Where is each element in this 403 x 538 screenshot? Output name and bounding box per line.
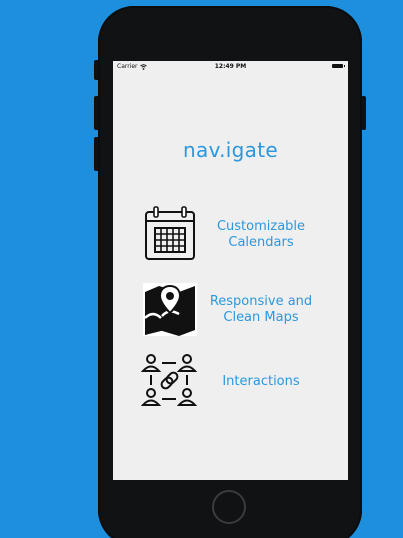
feature-label-line2: Clean Maps (223, 310, 299, 325)
feature-label-line2: Calendars (228, 235, 294, 250)
feature-interactions[interactable]: Interactions (113, 351, 348, 411)
app-title: nav.igate (183, 138, 278, 162)
home-button[interactable] (212, 490, 246, 524)
status-time: 12:49 PM (214, 63, 247, 70)
feature-label-line1: Responsive and (209, 294, 313, 309)
status-bar: Carrier 12:49 PM (113, 61, 348, 73)
stage: Carrier 12:49 PM nav.igate Customizable … (0, 0, 403, 538)
phone-screen: Carrier 12:49 PM nav.igate Customizable … (113, 61, 348, 480)
battery-icon (332, 64, 345, 68)
map-pin-icon (141, 280, 199, 338)
feature-label-line1: Interactions (222, 374, 300, 389)
feature-calendars[interactable]: Customizable Calendars (113, 205, 348, 265)
calendar-icon (141, 205, 199, 263)
feature-label: Responsive and Clean Maps (205, 294, 317, 326)
people-link-icon (140, 351, 199, 409)
feature-maps[interactable]: Responsive and Clean Maps (113, 280, 348, 340)
feature-label: Interactions (205, 374, 317, 390)
feature-label-line1: Customizable (216, 219, 306, 234)
feature-label: Customizable Calendars (205, 219, 317, 251)
